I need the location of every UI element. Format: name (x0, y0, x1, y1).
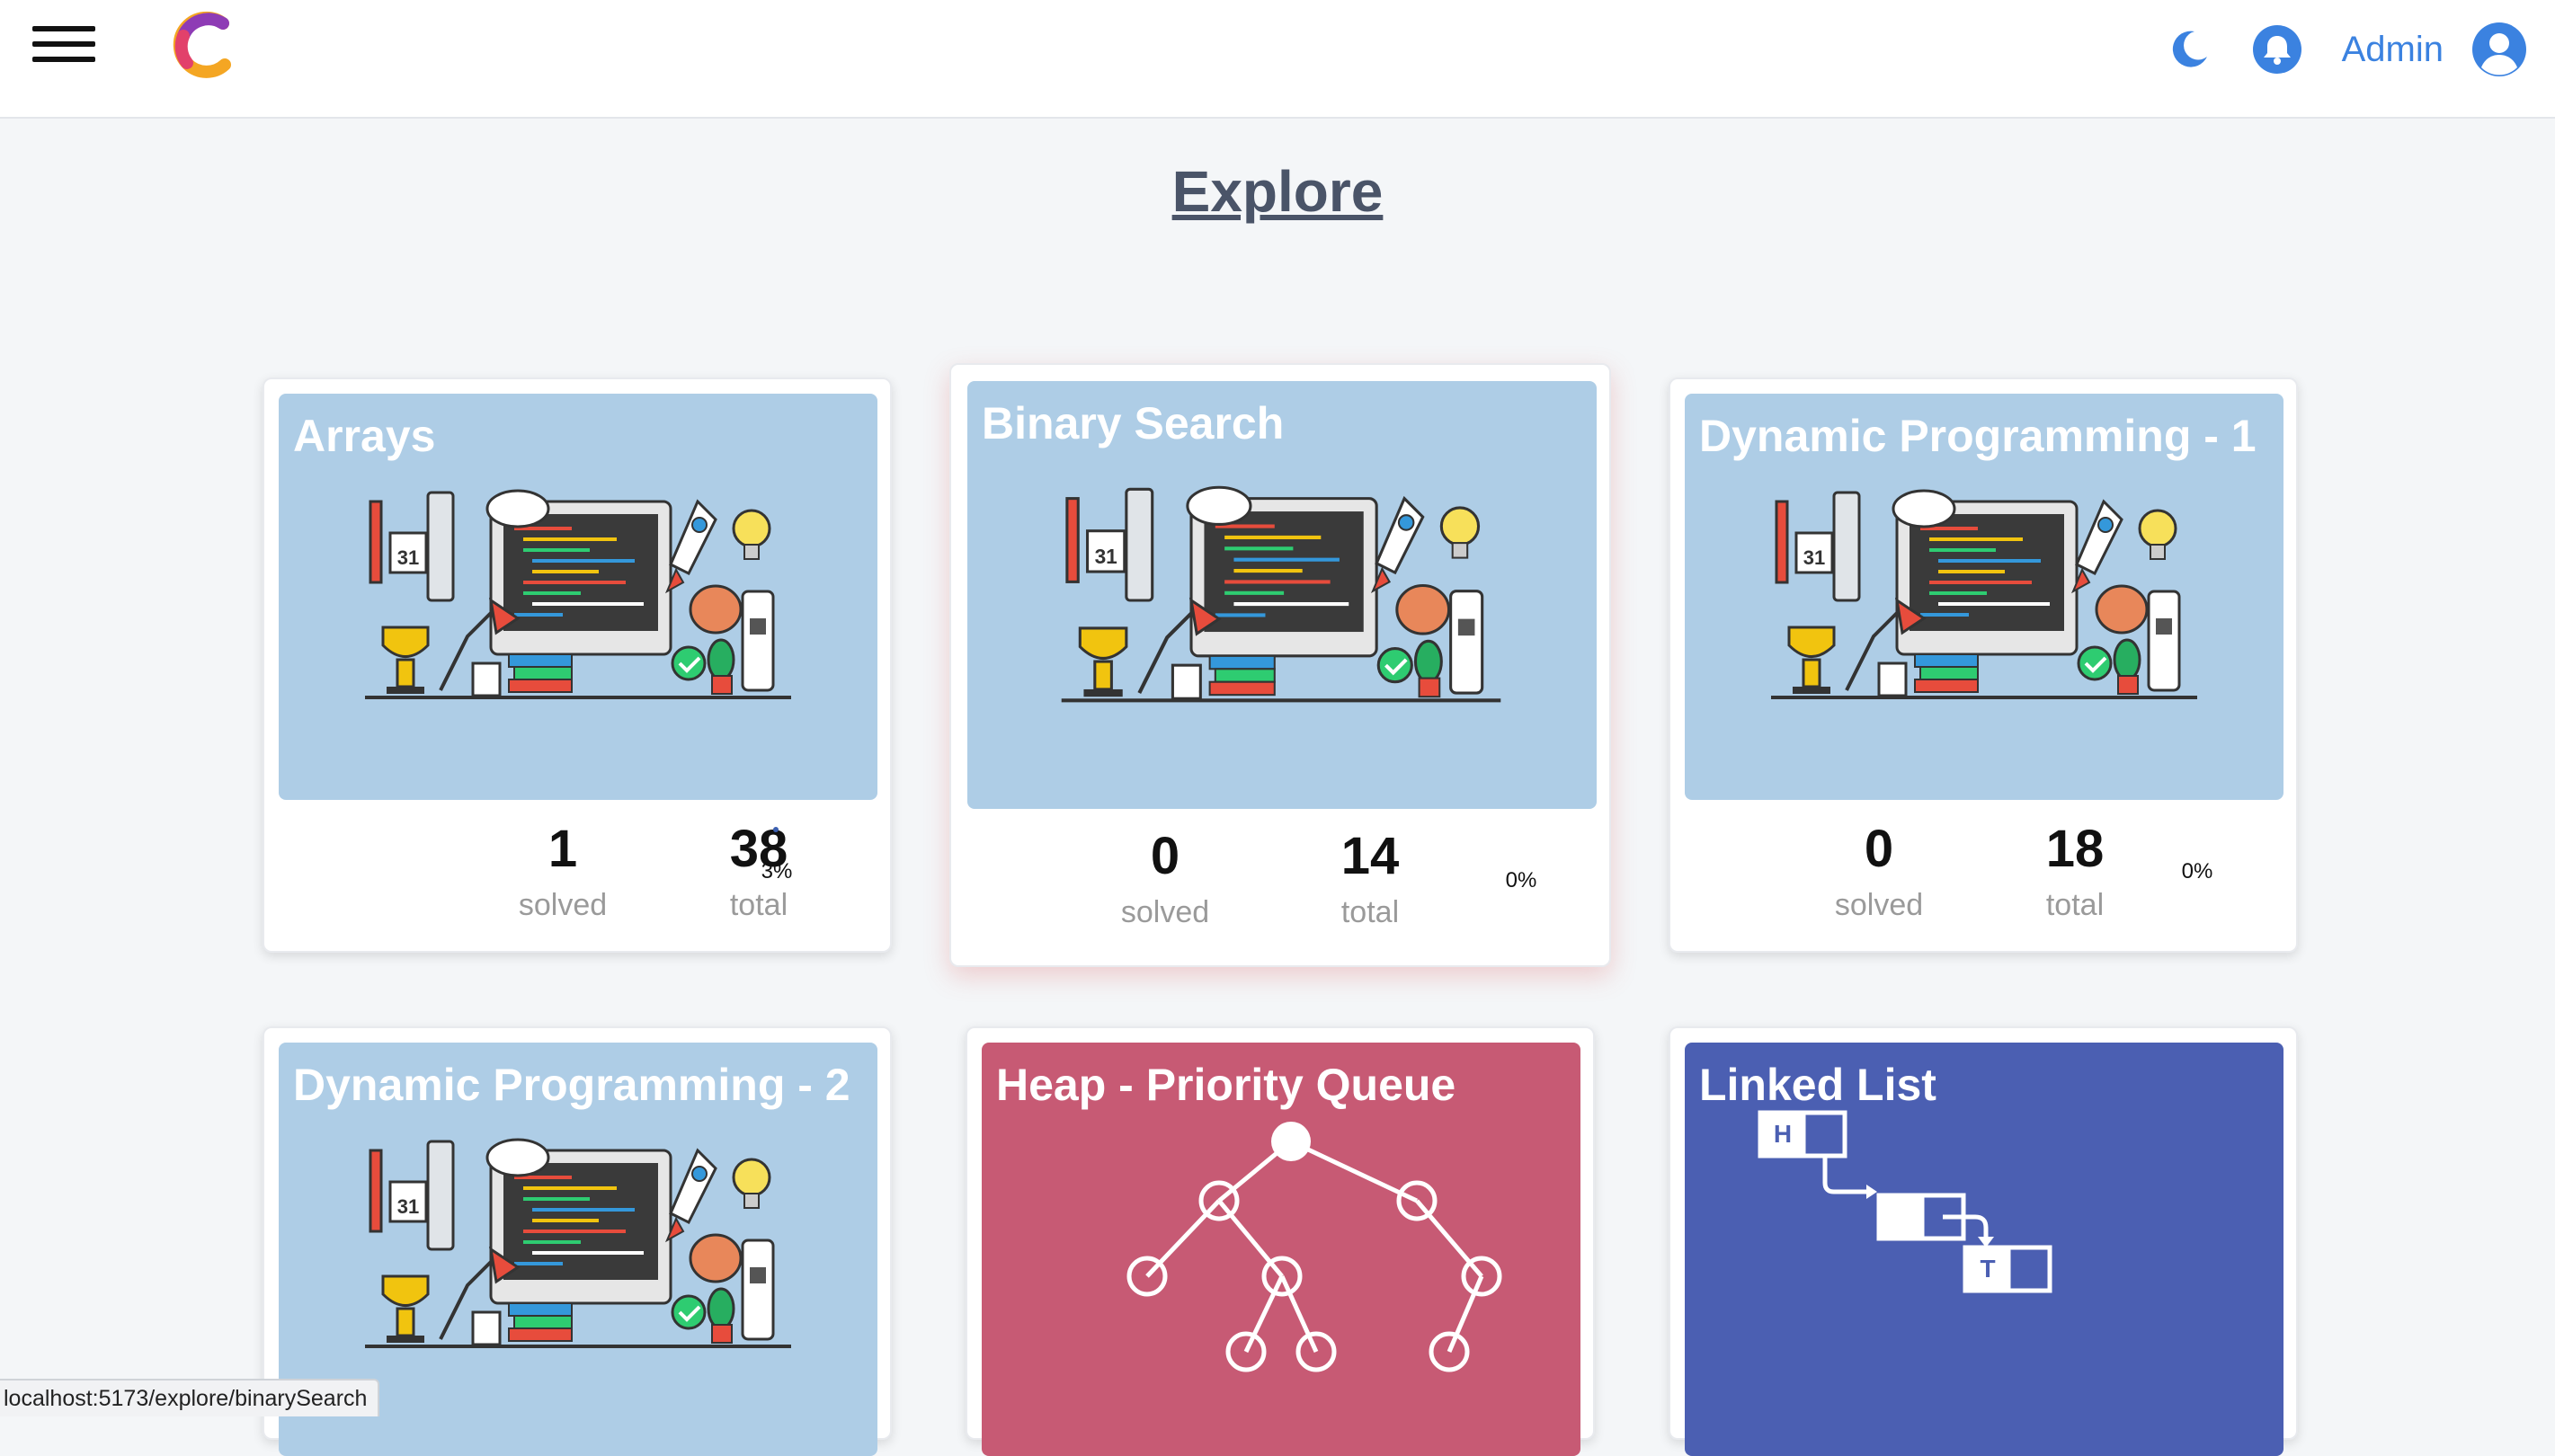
topic-banner: Dynamic Programming - 1 31 (1685, 394, 2283, 800)
progress-indicator (773, 827, 779, 832)
solved-stat: 0 solved (1789, 823, 1969, 923)
topic-title: Dynamic Programming - 2 (293, 1059, 850, 1111)
solved-label: solved (1075, 895, 1255, 930)
topic-card-arrays[interactable]: Arrays 31 1 solved 38 total (263, 377, 892, 953)
tail-node-label: T (1980, 1255, 1995, 1283)
topic-title: Heap - Priority Queue (996, 1059, 1456, 1111)
solved-count: 0 (1075, 830, 1255, 883)
topic-card-binary-search[interactable]: Binary Search 31 0 solved 14 (949, 363, 1611, 967)
coding-illustration: 31 (365, 484, 791, 717)
coding-illustration: 31 (365, 1132, 791, 1366)
topic-title: Linked List (1699, 1059, 1936, 1111)
solved-stat: 1 solved (473, 823, 653, 923)
coding-illustration: 31 (1061, 480, 1501, 721)
svg-text:31: 31 (397, 546, 419, 569)
browser-status-url: localhost:5173/explore/binarySearch (0, 1379, 379, 1416)
topic-title: Dynamic Programming - 1 (1699, 410, 2257, 462)
topic-card-dynamic-programming-1[interactable]: Dynamic Programming - 1 31 0 solved (1669, 377, 2298, 953)
topic-card-heap-priority-queue[interactable]: Heap - Priority Queue (966, 1026, 1595, 1440)
coding-illustration: 31 (1771, 484, 2197, 717)
total-label: total (1985, 888, 2165, 923)
total-count: 18 (1985, 823, 2165, 875)
menu-icon[interactable] (32, 22, 97, 68)
total-stat: 18 total (1985, 823, 2165, 923)
total-count: 14 (1280, 830, 1460, 883)
topic-banner: Binary Search 31 (967, 381, 1597, 809)
topic-banner: Linked List H T (1685, 1043, 2283, 1456)
solved-label: solved (473, 888, 653, 923)
bell-icon[interactable] (2252, 24, 2302, 75)
user-avatar-icon[interactable] (2470, 21, 2528, 78)
topic-banner: Heap - Priority Queue (982, 1043, 1580, 1456)
page-title: Explore (0, 158, 2555, 225)
svg-text:31: 31 (1803, 546, 1825, 569)
total-label: total (669, 888, 849, 923)
progress-percent: 0% (1485, 868, 1557, 893)
app-logo[interactable] (171, 11, 234, 79)
svg-text:31: 31 (1095, 545, 1117, 568)
topic-banner: Arrays 31 (279, 394, 877, 800)
solved-stat: 0 solved (1075, 830, 1255, 930)
admin-user-link[interactable]: Admin (2342, 30, 2444, 70)
moon-icon[interactable] (2164, 24, 2214, 75)
total-stat: 14 total (1280, 830, 1460, 930)
progress-percent: 3% (741, 859, 813, 884)
solved-count: 1 (473, 823, 653, 875)
heap-tree-illustration (1054, 1114, 1521, 1420)
progress-percent: 0% (2161, 859, 2233, 884)
topic-title: Binary Search (982, 397, 1284, 449)
solved-label: solved (1789, 888, 1969, 923)
topic-card-linked-list[interactable]: Linked List H T (1669, 1026, 2298, 1440)
linked-list-illustration: H T (1757, 1109, 2152, 1307)
solved-count: 0 (1789, 823, 1969, 875)
svg-text:31: 31 (397, 1195, 419, 1218)
total-label: total (1280, 895, 1460, 930)
topic-title: Arrays (293, 410, 435, 462)
top-navbar: Admin (0, 0, 2555, 119)
head-node-label: H (1774, 1120, 1792, 1148)
topic-card-dynamic-programming-2[interactable]: Dynamic Programming - 2 31 (263, 1026, 892, 1440)
